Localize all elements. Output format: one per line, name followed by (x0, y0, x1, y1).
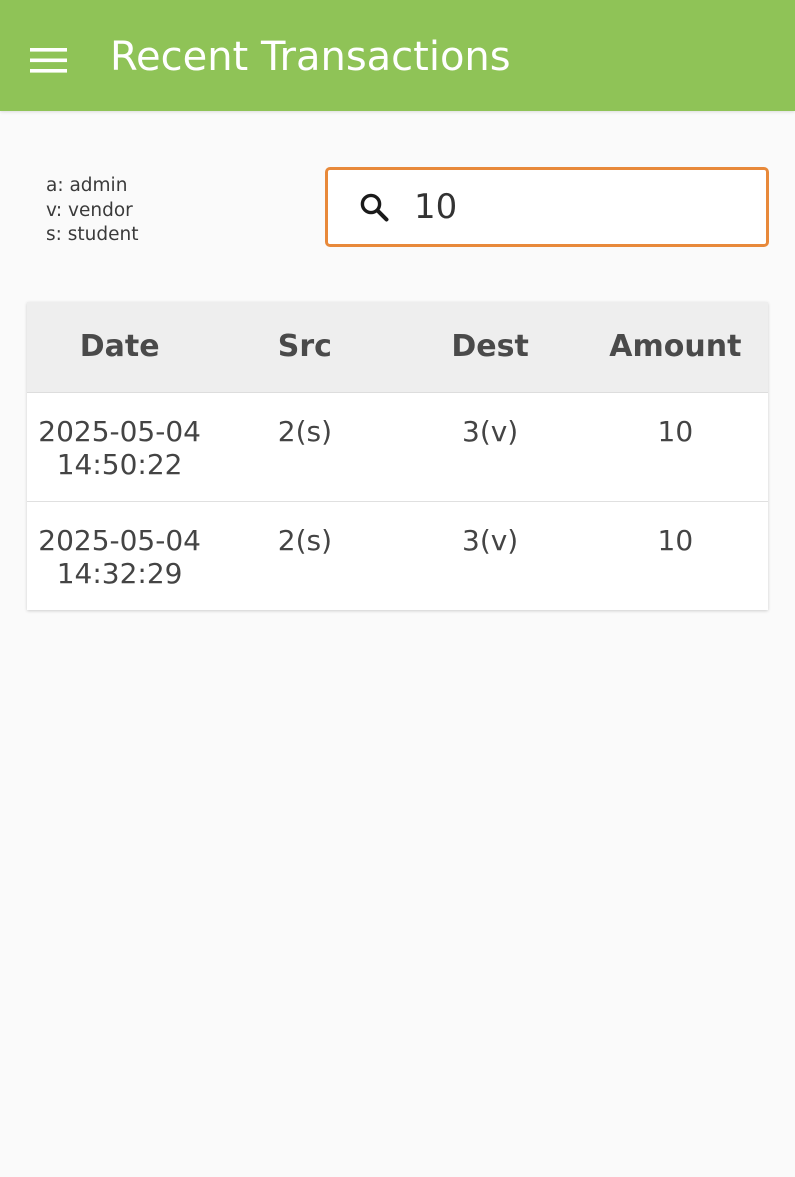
search-input[interactable] (414, 184, 744, 230)
table-header: Date Src Dest Amount (27, 302, 768, 393)
date-text: 2025-05-04 (38, 415, 201, 448)
table-row[interactable]: 2025-05-04 14:50:22 2(s) 3(v) 10 (27, 393, 768, 502)
time-text: 14:50:22 (56, 448, 183, 481)
cell-src: 2(s) (277, 524, 332, 557)
header-date[interactable]: Date (27, 302, 212, 392)
search-box[interactable] (325, 167, 769, 247)
table-row[interactable]: 2025-05-04 14:32:29 2(s) 3(v) 10 (27, 502, 768, 610)
cell-src: 2(s) (277, 415, 332, 448)
search-icon (360, 193, 389, 222)
cell-date: 2025-05-04 14:32:29 (27, 502, 212, 610)
app-bar: Recent Transactions (0, 0, 795, 111)
legend-item-admin: a: admin (46, 175, 128, 196)
header-src[interactable]: Src (212, 302, 397, 392)
cell-date: 2025-05-04 14:50:22 (27, 393, 212, 501)
hamburger-menu-icon (30, 48, 67, 73)
menu-button[interactable] (20, 34, 76, 86)
cell-dest: 3(v) (462, 415, 519, 448)
role-legend: a: admin v: vendor s: student (46, 174, 138, 248)
date-text: 2025-05-04 (38, 524, 201, 557)
cell-dest: 3(v) (462, 524, 519, 557)
legend-item-student: s: student (46, 224, 139, 245)
header-dest[interactable]: Dest (398, 302, 583, 392)
cell-amount: 10 (657, 524, 694, 557)
header-amount[interactable]: Amount (583, 302, 768, 392)
legend-item-vendor: v: vendor (46, 199, 133, 221)
time-text: 14:32:29 (56, 557, 183, 590)
page-title: Recent Transactions (110, 34, 511, 80)
transactions-table: Date Src Dest Amount 2025-05-04 14:50:22… (27, 302, 768, 610)
cell-amount: 10 (657, 415, 694, 448)
